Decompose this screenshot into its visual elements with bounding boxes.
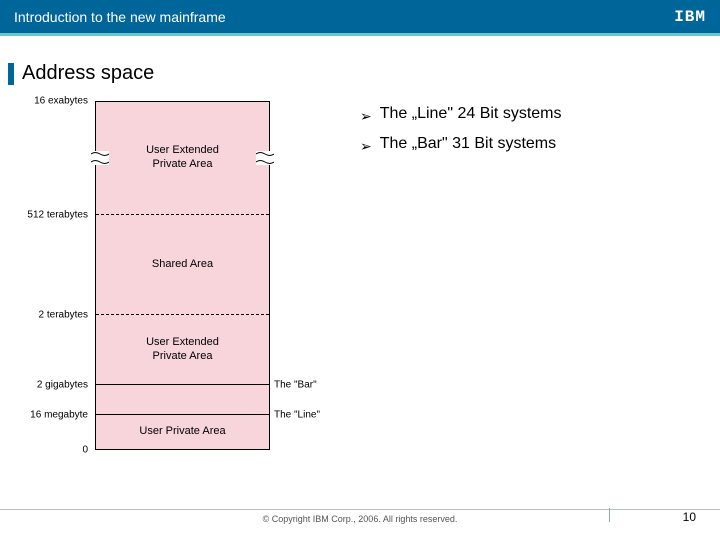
- region-shared-area: Shared Area: [96, 215, 269, 315]
- footer-divider: [609, 508, 610, 522]
- bullet-text: The „Line" 24 Bit systems: [380, 105, 562, 123]
- region-label: User Extended: [96, 144, 269, 158]
- bullet-list: ➢ The „Line" 24 Bit systems ➢ The „Bar" …: [330, 95, 710, 465]
- title-marker: [8, 63, 14, 85]
- bullet-item: ➢ The „Line" 24 Bit systems: [360, 105, 700, 127]
- label-2-terabytes: 2 terabytes: [39, 310, 88, 321]
- ibm-logo: IBM: [674, 8, 706, 26]
- region-between-bar-line: [96, 385, 269, 415]
- region-label: Shared Area: [96, 258, 269, 272]
- region-user-private-area: User Private Area: [96, 415, 269, 450]
- bullet-text: The „Bar" 31 Bit systems: [380, 135, 556, 153]
- bullet-arrow-icon: ➢: [360, 105, 372, 127]
- label-512-terabytes: 512 terabytes: [27, 210, 88, 221]
- region-label: User Private Area: [96, 425, 269, 439]
- slide-title-row: Address space: [8, 62, 720, 85]
- bullet-arrow-icon: ➢: [360, 135, 372, 157]
- footer: © Copyright IBM Corp., 2006. All rights …: [0, 509, 720, 524]
- copyright-text: © Copyright IBM Corp., 2006. All rights …: [0, 514, 720, 524]
- label-the-bar: The "Bar": [274, 380, 317, 391]
- header-title: Introduction to the new mainframe: [14, 9, 226, 25]
- page-number: 10: [683, 510, 696, 524]
- header-bar: Introduction to the new mainframe IBM: [0, 0, 720, 36]
- break-icon: [256, 151, 274, 165]
- label-16-exabytes: 16 exabytes: [34, 96, 88, 107]
- label-2-gigabytes: 2 gigabytes: [37, 380, 88, 391]
- break-icon: [91, 151, 109, 165]
- memory-stack: User Extended Private Area Shared Area U…: [95, 101, 270, 450]
- region-label: Private Area: [96, 158, 269, 172]
- slide-title: Address space: [22, 62, 154, 85]
- region-user-extended-private-lower: User Extended Private Area: [96, 315, 269, 385]
- content-area: 16 exabytes 512 terabytes 2 terabytes 2 …: [0, 95, 720, 465]
- label-zero: 0: [82, 445, 88, 456]
- region-label: Private Area: [96, 350, 269, 364]
- label-the-line: The "Line": [274, 410, 320, 421]
- label-16-megabyte: 16 megabyte: [30, 410, 88, 421]
- region-label: User Extended: [96, 336, 269, 350]
- region-user-extended-private-upper: User Extended Private Area: [96, 101, 269, 215]
- address-space-diagram: 16 exabytes 512 terabytes 2 terabytes 2 …: [10, 95, 330, 465]
- bullet-item: ➢ The „Bar" 31 Bit systems: [360, 135, 700, 157]
